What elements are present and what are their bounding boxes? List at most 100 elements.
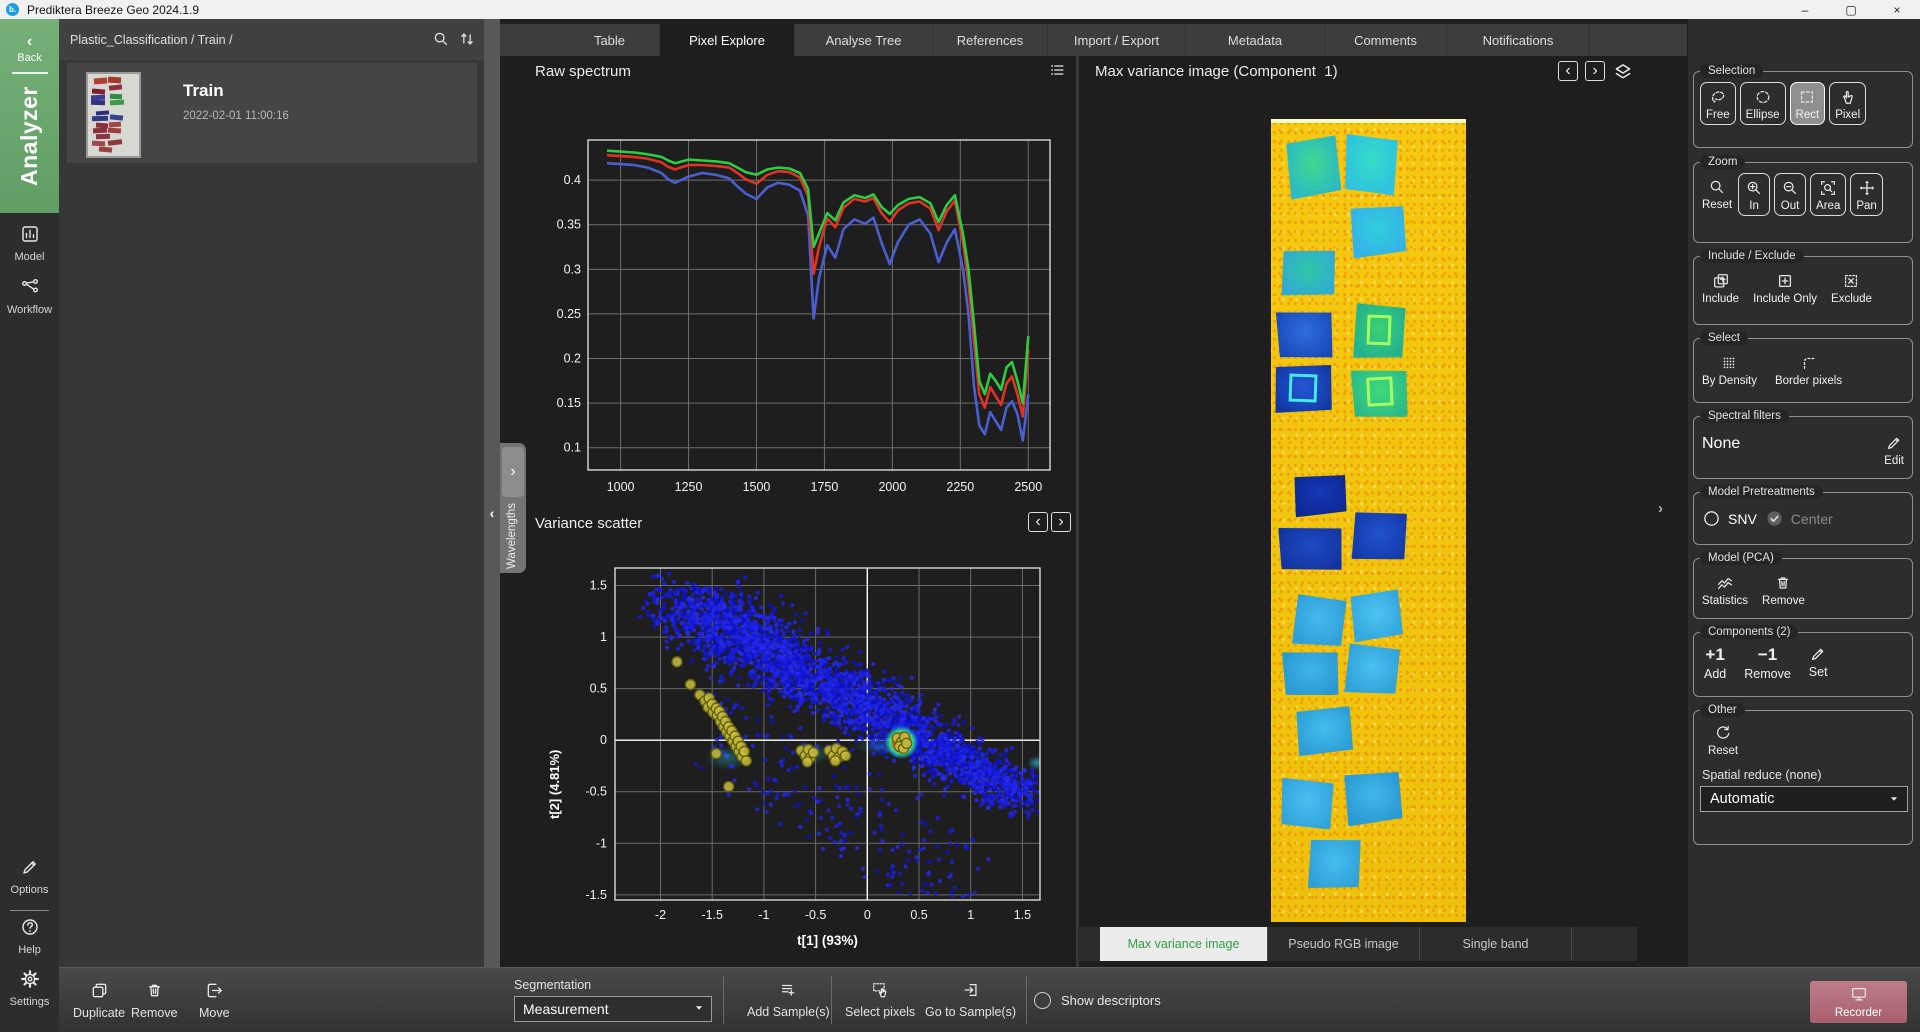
show-descriptors-radio[interactable]	[1034, 992, 1051, 1009]
plastic-piece	[1351, 366, 1410, 420]
selection-rect-button[interactable]: Rect	[1790, 82, 1826, 125]
toolbar-separator	[1026, 976, 1027, 1024]
selection-free-button[interactable]: Free	[1700, 82, 1736, 125]
tab-pixel-explore[interactable]: Pixel Explore	[660, 24, 795, 56]
recorder-monitor-icon	[1850, 985, 1868, 1006]
select-border-pixels-button[interactable]: Border pixels	[1773, 349, 1844, 390]
move-button[interactable]: Move	[199, 981, 230, 1020]
panel-splitter[interactable]: ‹	[484, 19, 500, 967]
tab-metadata[interactable]: Metadata	[1186, 24, 1325, 56]
image-tab-max-variance-image[interactable]: Max variance image	[1100, 927, 1268, 961]
maximize-button[interactable]: ▢	[1828, 0, 1874, 19]
plastic-piece	[1278, 523, 1344, 571]
sidebar-item-options[interactable]: Options	[0, 857, 59, 896]
zoomarea-icon	[1819, 179, 1837, 197]
zoom-out-button[interactable]: Out	[1774, 173, 1806, 216]
image-prev-button[interactable]: ‹	[1558, 61, 1578, 81]
zoom-area-button[interactable]: Area	[1810, 173, 1846, 216]
plastic-piece	[1282, 648, 1341, 698]
zoom-group: Zoom ResetInOutAreaPan	[1693, 155, 1913, 243]
breadcrumb[interactable]: Plastic_Classification / Train /	[70, 33, 233, 47]
select-pixels-button[interactable]: Select pixels	[845, 981, 915, 1019]
layers-icon[interactable]	[1612, 61, 1634, 88]
recorder-button[interactable]: Recorder	[1810, 981, 1907, 1023]
include-exclude-button[interactable]: Exclude	[1829, 267, 1874, 308]
goto-samples-button[interactable]: Go to Sample(s)	[925, 981, 1016, 1019]
pca-remove-button[interactable]: Remove	[1760, 569, 1807, 610]
workflow-icon	[20, 284, 40, 301]
zoom-reset-button[interactable]: Reset	[1700, 173, 1734, 214]
pretreatments-group: Model Pretreatments SNV Center	[1693, 485, 1913, 545]
sidebar: ‹ Back Analyzer Model Workflow Options Hel…	[0, 19, 59, 1032]
max-variance-image[interactable]	[1271, 119, 1466, 922]
chevron-down-icon	[1887, 792, 1901, 806]
show-descriptors-label: Show descriptors	[1061, 993, 1161, 1008]
zoom-pan-button[interactable]: Pan	[1850, 173, 1882, 216]
list-item-train[interactable]: Train 2022-02-01 11:00:16	[67, 63, 477, 163]
edit-filters-button[interactable]: Edit	[1882, 429, 1906, 470]
tab-references[interactable]: References	[933, 24, 1048, 56]
svg-text:1.5: 1.5	[1014, 908, 1031, 922]
include-include-only-button[interactable]: Include Only	[1751, 267, 1819, 308]
sample-timestamp: 2022-02-01 11:00:16	[183, 110, 289, 122]
tab-comments[interactable]: Comments	[1325, 24, 1447, 56]
duplicate-button[interactable]: Duplicate	[73, 981, 125, 1020]
expand-right-icon[interactable]: ›	[502, 447, 524, 497]
pca-statistics-button[interactable]: Statistics	[1700, 569, 1750, 610]
remove-button[interactable]: Remove	[131, 981, 178, 1020]
svg-text:0: 0	[600, 733, 607, 747]
svg-text:0.4: 0.4	[564, 173, 581, 187]
sidebar-item-settings[interactable]: Settings	[0, 969, 59, 1008]
search-icon[interactable]	[432, 30, 450, 53]
edit-label: Edit	[1884, 455, 1904, 467]
include-include-button[interactable]: Include	[1700, 267, 1741, 308]
tab-analyse-tree[interactable]: Analyse Tree	[795, 24, 933, 56]
reset-view-button[interactable]: Reset	[1700, 719, 1746, 760]
components-remove-button[interactable]: −1Remove	[1742, 643, 1793, 683]
components-add-button[interactable]: +1Add	[1702, 643, 1728, 683]
plastic-piece	[1285, 136, 1342, 201]
spatial-reduce-dropdown[interactable]: Automatic	[1700, 786, 1908, 812]
svg-text:0.25: 0.25	[557, 307, 581, 321]
zoom-icon	[1708, 178, 1726, 196]
sidebar-item-help[interactable]: Help	[0, 917, 59, 956]
selection-pixel-button[interactable]: Pixel	[1829, 82, 1866, 125]
tab-import-export[interactable]: Import / Export	[1048, 24, 1186, 56]
raw-spectrum-chart[interactable]: 0.10.150.20.250.30.350.41000125015001750…	[540, 60, 1075, 510]
include-exclude-group: Include / Exclude IncludeInclude OnlyExc…	[1693, 249, 1913, 325]
add-samples-button[interactable]: Add Sample(s)	[747, 981, 830, 1019]
svg-text:0.5: 0.5	[910, 908, 927, 922]
sidebar-item-workflow[interactable]: Workflow	[0, 277, 59, 316]
sidebar-item-model[interactable]: Model	[0, 224, 59, 263]
back-button[interactable]: ‹ Back Analyzer	[0, 19, 59, 213]
zoom-in-button[interactable]: In	[1738, 173, 1770, 216]
borderpx-icon	[1800, 354, 1818, 372]
pan-icon	[1858, 179, 1876, 197]
collapse-right-icon[interactable]: ›	[1658, 500, 1663, 517]
variance-scatter-chart[interactable]: -1.5-1-0.500.511.5-2-1.5-1-0.500.511.5t[…	[540, 520, 1075, 960]
sort-icon[interactable]	[458, 30, 476, 53]
segmentation-label: Segmentation	[514, 978, 591, 992]
plastic-piece	[1348, 203, 1407, 258]
image-next-button[interactable]: ›	[1585, 61, 1605, 81]
minimize-button[interactable]: –	[1782, 0, 1828, 19]
plastic-piece	[1292, 594, 1347, 648]
pencil-icon	[20, 864, 40, 881]
wavelengths-panel-tab[interactable]: › Wavelengths	[500, 443, 526, 573]
svg-text:-2: -2	[655, 908, 666, 922]
segmentation-dropdown[interactable]: Measurement	[514, 996, 712, 1022]
components-set-button[interactable]: Set	[1807, 643, 1830, 681]
zoomin-icon	[1745, 179, 1763, 197]
pretreatment-center-toggle[interactable]: Center	[1765, 509, 1833, 528]
pretreatment-snv-toggle[interactable]: SNV	[1702, 509, 1757, 528]
close-button[interactable]: ×	[1874, 0, 1920, 19]
tab-notifications[interactable]: Notifications	[1447, 24, 1590, 56]
tab-table[interactable]: Table	[560, 24, 660, 56]
image-tab-pseudo-rgb-image[interactable]: Pseudo RGB image	[1268, 927, 1420, 961]
collapse-left-icon[interactable]: ‹	[485, 505, 499, 521]
selection-ellipse-button[interactable]: Ellipse	[1740, 82, 1786, 125]
image-tab-single-band[interactable]: Single band	[1420, 927, 1572, 961]
select-by-density-button[interactable]: By Density	[1700, 349, 1759, 390]
main-tabbar: TablePixel ExploreAnalyse TreeReferences…	[500, 24, 1687, 56]
pretreatments-legend: Model Pretreatments	[1700, 485, 1823, 499]
